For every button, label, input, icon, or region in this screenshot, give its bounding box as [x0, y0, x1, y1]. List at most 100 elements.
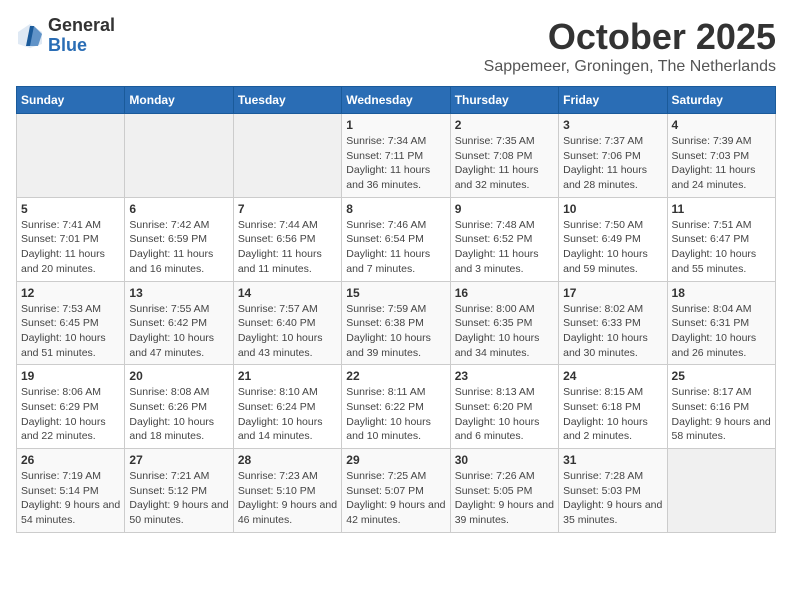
- day-number: 31: [563, 453, 662, 467]
- day-number: 6: [129, 202, 228, 216]
- day-detail: Sunrise: 7:34 AM Sunset: 7:11 PM Dayligh…: [346, 134, 445, 193]
- day-number: 25: [672, 369, 771, 383]
- day-cell: 25 Sunrise: 8:17 AM Sunset: 6:16 PM Dayli…: [667, 365, 775, 449]
- day-cell: 1Sunrise: 7:34 AM Sunset: 7:11 PM Daylig…: [342, 114, 450, 198]
- day-number: 19: [21, 369, 120, 383]
- day-cell: 24Sunrise: 8:15 AM Sunset: 6:18 PM Dayli…: [559, 365, 667, 449]
- week-row-4: 19 Sunrise: 8:06 AM Sunset: 6:29 PM Dayli…: [17, 365, 776, 449]
- day-number: 12: [21, 286, 120, 300]
- day-detail: Sunrise: 7:51 AM Sunset: 6:47 PM Dayligh…: [672, 218, 771, 277]
- day-cell: 11 Sunrise: 7:51 AM Sunset: 6:47 PM Dayli…: [667, 197, 775, 281]
- day-number: 13: [129, 286, 228, 300]
- day-detail: Sunrise: 8:00 AM Sunset: 6:35 PM Dayligh…: [455, 302, 554, 361]
- weekday-header-friday: Friday: [559, 87, 667, 114]
- day-detail: Sunrise: 7:25 AM Sunset: 5:07 PM Dayligh…: [346, 469, 445, 528]
- day-detail: Sunrise: 8:17 AM Sunset: 6:16 PM Dayligh…: [672, 385, 771, 444]
- day-detail: Sunrise: 7:23 AM Sunset: 5:10 PM Dayligh…: [238, 469, 337, 528]
- day-cell: 17 Sunrise: 8:02 AM Sunset: 6:33 PM Dayli…: [559, 281, 667, 365]
- day-detail: Sunrise: 8:06 AM Sunset: 6:29 PM Dayligh…: [21, 385, 120, 444]
- day-number: 27: [129, 453, 228, 467]
- day-number: 11: [672, 202, 771, 216]
- weekday-header-tuesday: Tuesday: [233, 87, 341, 114]
- day-cell: 23 Sunrise: 8:13 AM Sunset: 6:20 PM Dayli…: [450, 365, 558, 449]
- day-number: 18: [672, 286, 771, 300]
- day-cell: 8Sunrise: 7:46 AM Sunset: 6:54 PM Daylig…: [342, 197, 450, 281]
- day-cell: 20 Sunrise: 8:08 AM Sunset: 6:26 PM Dayli…: [125, 365, 233, 449]
- day-detail: Sunrise: 7:57 AM Sunset: 6:40 PM Dayligh…: [238, 302, 337, 361]
- logo: General Blue: [16, 16, 115, 56]
- day-detail: Sunrise: 7:28 AM Sunset: 5:03 PM Dayligh…: [563, 469, 662, 528]
- day-detail: Sunrise: 8:08 AM Sunset: 6:26 PM Dayligh…: [129, 385, 228, 444]
- day-detail: Sunrise: 7:53 AM Sunset: 6:45 PM Dayligh…: [21, 302, 120, 361]
- day-detail: Sunrise: 8:10 AM Sunset: 6:24 PM Dayligh…: [238, 385, 337, 444]
- day-detail: Sunrise: 7:26 AM Sunset: 5:05 PM Dayligh…: [455, 469, 554, 528]
- calendar-body: 1Sunrise: 7:34 AM Sunset: 7:11 PM Daylig…: [17, 114, 776, 533]
- day-number: 5: [21, 202, 120, 216]
- day-detail: Sunrise: 7:42 AM Sunset: 6:59 PM Dayligh…: [129, 218, 228, 277]
- day-detail: Sunrise: 7:55 AM Sunset: 6:42 PM Dayligh…: [129, 302, 228, 361]
- day-number: 2: [455, 118, 554, 132]
- day-cell: 30 Sunrise: 7:26 AM Sunset: 5:05 PM Dayli…: [450, 449, 558, 533]
- day-cell: 5 Sunrise: 7:41 AM Sunset: 7:01 PM Daylig…: [17, 197, 125, 281]
- day-detail: Sunrise: 7:39 AM Sunset: 7:03 PM Dayligh…: [672, 134, 771, 193]
- calendar-table: SundayMondayTuesdayWednesdayThursdayFrid…: [16, 86, 776, 533]
- weekday-header-saturday: Saturday: [667, 87, 775, 114]
- day-cell: 6 Sunrise: 7:42 AM Sunset: 6:59 PM Daylig…: [125, 197, 233, 281]
- header: General Blue October 2025 Sappemeer, Gro…: [16, 16, 776, 76]
- day-cell: 2 Sunrise: 7:35 AM Sunset: 7:08 PM Daylig…: [450, 114, 558, 198]
- week-row-1: 1Sunrise: 7:34 AM Sunset: 7:11 PM Daylig…: [17, 114, 776, 198]
- weekday-header-sunday: Sunday: [17, 87, 125, 114]
- day-cell: 4 Sunrise: 7:39 AM Sunset: 7:03 PM Daylig…: [667, 114, 775, 198]
- day-detail: Sunrise: 8:02 AM Sunset: 6:33 PM Dayligh…: [563, 302, 662, 361]
- day-detail: Sunrise: 8:13 AM Sunset: 6:20 PM Dayligh…: [455, 385, 554, 444]
- day-number: 26: [21, 453, 120, 467]
- day-number: 14: [238, 286, 337, 300]
- week-row-2: 5 Sunrise: 7:41 AM Sunset: 7:01 PM Daylig…: [17, 197, 776, 281]
- day-number: 28: [238, 453, 337, 467]
- day-cell: 27Sunrise: 7:21 AM Sunset: 5:12 PM Dayli…: [125, 449, 233, 533]
- day-detail: Sunrise: 7:44 AM Sunset: 6:56 PM Dayligh…: [238, 218, 337, 277]
- day-number: 10: [563, 202, 662, 216]
- day-detail: Sunrise: 7:37 AM Sunset: 7:06 PM Dayligh…: [563, 134, 662, 193]
- day-number: 21: [238, 369, 337, 383]
- weekday-header-monday: Monday: [125, 87, 233, 114]
- day-detail: Sunrise: 7:19 AM Sunset: 5:14 PM Dayligh…: [21, 469, 120, 528]
- day-number: 29: [346, 453, 445, 467]
- title-area: October 2025 Sappemeer, Groningen, The N…: [484, 16, 776, 76]
- day-number: 22: [346, 369, 445, 383]
- day-cell: 26 Sunrise: 7:19 AM Sunset: 5:14 PM Dayli…: [17, 449, 125, 533]
- calendar-subtitle: Sappemeer, Groningen, The Netherlands: [484, 58, 776, 76]
- day-cell: [233, 114, 341, 198]
- day-cell: 14 Sunrise: 7:57 AM Sunset: 6:40 PM Dayli…: [233, 281, 341, 365]
- day-number: 15: [346, 286, 445, 300]
- day-number: 30: [455, 453, 554, 467]
- day-cell: [125, 114, 233, 198]
- day-number: 4: [672, 118, 771, 132]
- day-detail: Sunrise: 7:35 AM Sunset: 7:08 PM Dayligh…: [455, 134, 554, 193]
- day-cell: 3Sunrise: 7:37 AM Sunset: 7:06 PM Daylig…: [559, 114, 667, 198]
- weekday-header-wednesday: Wednesday: [342, 87, 450, 114]
- week-row-5: 26 Sunrise: 7:19 AM Sunset: 5:14 PM Dayli…: [17, 449, 776, 533]
- day-detail: Sunrise: 7:59 AM Sunset: 6:38 PM Dayligh…: [346, 302, 445, 361]
- day-cell: 21 Sunrise: 8:10 AM Sunset: 6:24 PM Dayli…: [233, 365, 341, 449]
- logo-text: General Blue: [48, 16, 115, 56]
- day-number: 23: [455, 369, 554, 383]
- day-cell: 31 Sunrise: 7:28 AM Sunset: 5:03 PM Dayli…: [559, 449, 667, 533]
- day-cell: 28 Sunrise: 7:23 AM Sunset: 5:10 PM Dayli…: [233, 449, 341, 533]
- day-number: 20: [129, 369, 228, 383]
- day-cell: [17, 114, 125, 198]
- calendar-header: SundayMondayTuesdayWednesdayThursdayFrid…: [17, 87, 776, 114]
- day-cell: 15 Sunrise: 7:59 AM Sunset: 6:38 PM Dayli…: [342, 281, 450, 365]
- day-number: 16: [455, 286, 554, 300]
- day-detail: Sunrise: 8:11 AM Sunset: 6:22 PM Dayligh…: [346, 385, 445, 444]
- day-cell: 16 Sunrise: 8:00 AM Sunset: 6:35 PM Dayli…: [450, 281, 558, 365]
- day-cell: [667, 449, 775, 533]
- day-cell: 29 Sunrise: 7:25 AM Sunset: 5:07 PM Dayli…: [342, 449, 450, 533]
- day-cell: 10Sunrise: 7:50 AM Sunset: 6:49 PM Dayli…: [559, 197, 667, 281]
- day-detail: Sunrise: 7:41 AM Sunset: 7:01 PM Dayligh…: [21, 218, 120, 277]
- day-number: 8: [346, 202, 445, 216]
- week-row-3: 12 Sunrise: 7:53 AM Sunset: 6:45 PM Dayli…: [17, 281, 776, 365]
- weekday-header-thursday: Thursday: [450, 87, 558, 114]
- day-number: 17: [563, 286, 662, 300]
- day-number: 24: [563, 369, 662, 383]
